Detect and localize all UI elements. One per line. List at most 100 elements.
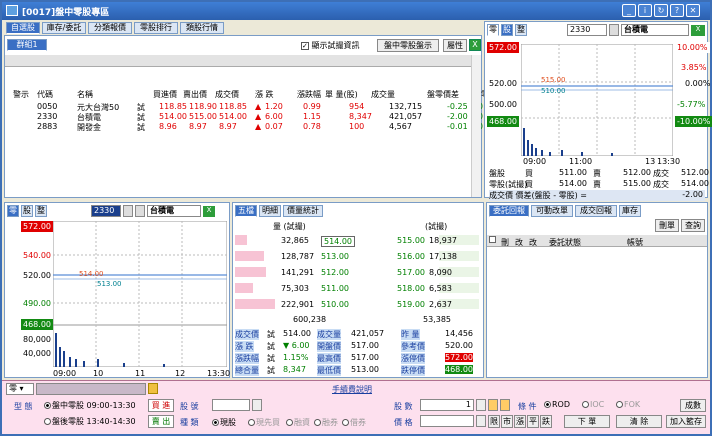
- tab-order-report[interactable]: 委託回報: [489, 205, 529, 217]
- watchlist-header-2[interactable]: 名稱: [77, 89, 93, 100]
- tab-left-stock[interactable]: 股: [21, 205, 33, 217]
- left-name-select[interactable]: 台積電: [147, 205, 201, 217]
- tab-inventory[interactable]: 庫存/委託: [42, 22, 86, 34]
- price-down-limit-button[interactable]: 跌: [540, 415, 552, 428]
- radio-cond-rod[interactable]: ROD: [544, 400, 570, 409]
- market-select[interactable]: 零 ▾: [6, 383, 34, 395]
- props-button[interactable]: 屬性: [443, 39, 467, 52]
- account-icon[interactable]: [148, 383, 158, 394]
- stock-lookup-icon[interactable]: [252, 399, 262, 411]
- shares-input[interactable]: 1: [420, 399, 474, 411]
- shares-down-icon[interactable]: [500, 399, 510, 411]
- odd-lot-button[interactable]: 盤中零股盤示: [377, 39, 439, 52]
- watchlist-header-4[interactable]: 買進價: [153, 89, 177, 100]
- fee-instructions-link[interactable]: 手續費說明: [332, 384, 372, 395]
- price-up-limit-button[interactable]: 漲: [514, 415, 526, 428]
- refresh-icon[interactable]: ↻: [654, 4, 668, 17]
- sell-button[interactable]: 賣 出: [148, 415, 174, 428]
- depth-cell-bp[interactable]: 511.00: [321, 284, 349, 293]
- deal-button[interactable]: 成數: [680, 399, 706, 412]
- add-basket-button[interactable]: 加入籃存: [666, 415, 706, 428]
- tab-left-odd[interactable]: 零: [7, 205, 19, 217]
- left-code-input[interactable]: 2330: [91, 205, 121, 217]
- radio-kind-borrow[interactable]: 借券: [342, 417, 366, 428]
- tab-odd-ranking[interactable]: 零股排行: [134, 22, 178, 34]
- show-trial-checkbox[interactable]: ✓ 顯示試撮資訊: [301, 40, 360, 51]
- depth-cell-bq[interactable]: 32,865: [281, 236, 309, 245]
- watchlist-header-0[interactable]: 警示: [13, 89, 29, 100]
- right-code-input[interactable]: 2330: [567, 24, 607, 36]
- query-button[interactable]: 查詢: [681, 219, 705, 232]
- tab-details[interactable]: 明細: [259, 205, 281, 217]
- chart-excel-icon[interactable]: X: [691, 25, 705, 36]
- shares-calc-icon[interactable]: [476, 399, 486, 411]
- depth-cell-aq[interactable]: 18,937: [429, 236, 457, 245]
- depth-cell-ap[interactable]: 517.00: [397, 268, 425, 277]
- depth-cell-bp[interactable]: 514.00: [321, 236, 355, 247]
- tab-five-levels[interactable]: 五檔: [235, 205, 257, 217]
- depth-cell-aq[interactable]: 8,090: [429, 268, 452, 277]
- lookup-icon[interactable]: [609, 24, 619, 36]
- watchlist-header-6[interactable]: 成交價: [215, 89, 239, 100]
- tab-right-stock[interactable]: 股: [501, 24, 513, 36]
- close-button[interactable]: ✕: [686, 4, 700, 17]
- left-chart-excel-icon[interactable]: X: [203, 206, 215, 217]
- excel-icon[interactable]: X: [469, 39, 481, 51]
- depth-cell-aq[interactable]: 17,138: [429, 252, 457, 261]
- depth-cell-ap[interactable]: 516.00: [397, 252, 425, 261]
- info-icon[interactable]: i: [638, 4, 652, 17]
- radio-after-hours[interactable]: 盤後零股 13:40-14:30: [44, 416, 136, 427]
- depth-cell-bp[interactable]: 510.00: [321, 300, 349, 309]
- depth-cell-bq[interactable]: 222,901: [281, 300, 314, 309]
- stock-input[interactable]: [212, 399, 250, 411]
- radio-kind-cash[interactable]: 現股: [212, 417, 236, 428]
- watchlist-header-9[interactable]: 單 量(股): [325, 89, 358, 100]
- watchlist-header-7[interactable]: 漲 跌: [255, 89, 274, 100]
- tab-group1[interactable]: 群組1: [7, 39, 47, 51]
- right-name-select[interactable]: 台積電: [621, 24, 689, 36]
- radio-cond-ioc[interactable]: IOC: [582, 400, 604, 409]
- depth-cell-bq[interactable]: 128,787: [281, 252, 314, 261]
- left-lookup-icon[interactable]: [123, 205, 133, 217]
- depth-cell-ap[interactable]: 515.00: [397, 236, 425, 245]
- radio-kind-margin[interactable]: 融資: [286, 417, 310, 428]
- shares-up-icon[interactable]: [488, 399, 498, 411]
- tab-stock[interactable]: 庫存: [619, 205, 641, 217]
- radio-kind-short[interactable]: 融券: [314, 417, 338, 428]
- buy-button[interactable]: 買 進: [148, 399, 174, 412]
- price-calc-icon[interactable]: [476, 415, 486, 427]
- depth-cell-bq[interactable]: 141,291: [281, 268, 314, 277]
- clear-button[interactable]: 清 除: [616, 415, 662, 428]
- select-all-checkbox[interactable]: [489, 236, 496, 243]
- help-icon[interactable]: ?: [670, 4, 684, 17]
- tab-right-whole[interactable]: 整: [515, 24, 527, 36]
- tab-trade-report[interactable]: 成交回報: [575, 205, 617, 217]
- watchlist-scrollbar[interactable]: [471, 55, 481, 197]
- depth-cell-bp[interactable]: 512.00: [321, 268, 349, 277]
- depth-cell-aq[interactable]: 6,583: [429, 284, 452, 293]
- minimize-button[interactable]: _: [622, 4, 636, 17]
- price-limit-button[interactable]: 限: [488, 415, 500, 428]
- left-search-icon[interactable]: [135, 205, 145, 217]
- depth-cell-ap[interactable]: 518.00: [397, 284, 425, 293]
- tab-left-whole[interactable]: 整: [35, 205, 47, 217]
- depth-cell-aq[interactable]: 2,637: [429, 300, 452, 309]
- watchlist-header-5[interactable]: 賣出價: [183, 89, 207, 100]
- tab-price-volume[interactable]: 價量統計: [283, 205, 323, 217]
- watchlist-header-8[interactable]: 漲跌幅: [297, 89, 321, 100]
- tab-modifiable[interactable]: 可動改單: [531, 205, 573, 217]
- watchlist-header-10[interactable]: 成交量: [371, 89, 395, 100]
- delete-order-button[interactable]: 刪單: [655, 219, 679, 232]
- depth-cell-bq[interactable]: 75,303: [281, 284, 309, 293]
- tab-watchlist[interactable]: 自選股: [6, 22, 40, 34]
- radio-kind-daytrade[interactable]: 現先買: [248, 417, 280, 428]
- depth-cell-ap[interactable]: 519.00: [397, 300, 425, 309]
- radio-intraday[interactable]: 盤中零股 09:00-13:30: [44, 400, 136, 411]
- price-market-button[interactable]: 市: [501, 415, 513, 428]
- price-input[interactable]: [420, 415, 474, 427]
- place-order-button[interactable]: 下 單: [564, 415, 610, 428]
- radio-cond-fok[interactable]: FOK: [616, 400, 640, 409]
- tab-right-odd[interactable]: 零: [487, 24, 499, 36]
- tab-sector-quote[interactable]: 類股行情: [180, 22, 224, 34]
- account-select[interactable]: [36, 383, 146, 395]
